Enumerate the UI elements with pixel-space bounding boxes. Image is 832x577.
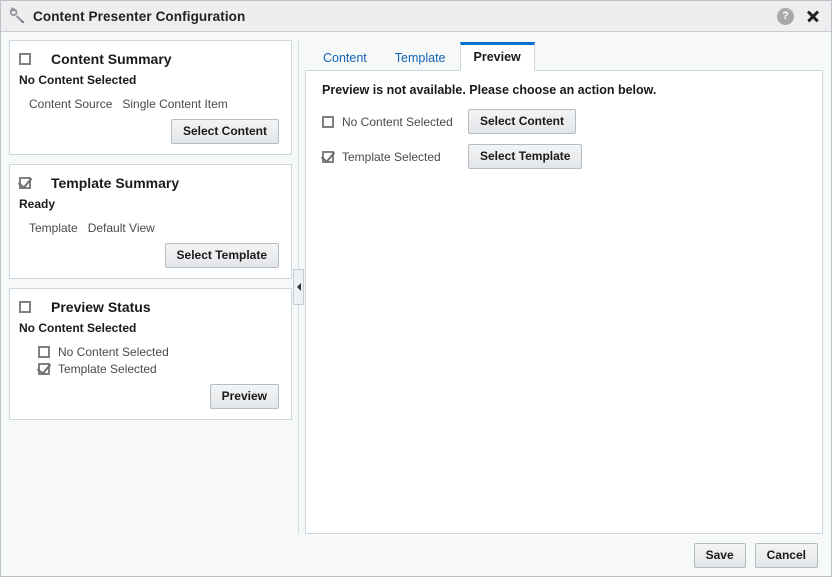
summary-panel: Content Summary No Content Selected Cont… (9, 40, 292, 534)
dialog-body: Content Summary No Content Selected Cont… (1, 32, 831, 534)
card-actions: Select Template (19, 243, 279, 268)
preview-status-list: No Content Selected Template Selected (38, 345, 279, 376)
action-row-select-content: No Content Selected Select Content (320, 109, 808, 134)
template-row: Template Default View (19, 221, 279, 235)
select-template-button[interactable]: Select Template (468, 144, 582, 169)
no-content-selected-checkbox[interactable] (38, 346, 50, 358)
content-summary-checkbox[interactable] (19, 53, 31, 65)
preview-status-text: No Content Selected (19, 321, 279, 335)
list-item-label: No Content Selected (58, 345, 169, 359)
preview-message: Preview is not available. Please choose … (322, 83, 808, 97)
preview-button[interactable]: Preview (210, 384, 279, 409)
action-row-select-template: Template Selected Select Template (320, 144, 808, 169)
card-title: Content Summary (51, 51, 172, 67)
card-title: Preview Status (51, 299, 151, 315)
card-preview-status: Preview Status No Content Selected No Co… (9, 288, 292, 420)
action-label: Template Selected (342, 150, 458, 164)
save-button[interactable]: Save (694, 543, 746, 568)
page-title: Content Presenter Configuration (33, 9, 777, 24)
panel-splitter[interactable] (292, 40, 305, 534)
configuration-gear-icon (8, 7, 26, 25)
list-item: No Content Selected (38, 345, 279, 359)
card-actions: Preview (19, 384, 279, 409)
tab-content[interactable]: Content (309, 43, 381, 71)
template-selected-checkbox[interactable] (322, 151, 334, 163)
content-source-value: Single Content Item (122, 97, 227, 111)
title-bar-actions: ? (777, 8, 823, 25)
content-summary-status: No Content Selected (19, 73, 279, 87)
card-title: Template Summary (51, 175, 179, 191)
card-header: Content Summary (19, 51, 279, 67)
detail-panel: Content Template Preview Preview is not … (305, 40, 823, 534)
list-item: Template Selected (38, 362, 279, 376)
template-value: Default View (88, 221, 155, 235)
select-content-button[interactable]: Select Content (468, 109, 576, 134)
list-item-label: Template Selected (58, 362, 157, 376)
help-icon[interactable]: ? (777, 8, 794, 25)
select-content-button[interactable]: Select Content (171, 119, 279, 144)
tab-preview[interactable]: Preview (460, 42, 535, 71)
card-actions: Select Content (19, 119, 279, 144)
template-selected-checkbox[interactable] (38, 363, 50, 375)
close-icon[interactable] (805, 8, 820, 25)
content-source-label: Content Source (29, 97, 112, 111)
dialog-window: Content Presenter Configuration ? Conten… (0, 0, 832, 577)
preview-status-checkbox[interactable] (19, 301, 31, 313)
dialog-footer: Save Cancel (1, 534, 831, 576)
card-header: Preview Status (19, 299, 279, 315)
collapse-left-triangle-icon[interactable] (293, 269, 304, 305)
select-template-button[interactable]: Select Template (165, 243, 279, 268)
action-label: No Content Selected (342, 115, 458, 129)
preview-tab-panel: Preview is not available. Please choose … (305, 70, 823, 534)
cancel-button[interactable]: Cancel (755, 543, 818, 568)
template-label: Template (29, 221, 78, 235)
tab-bar: Content Template Preview (305, 40, 823, 70)
card-content-summary: Content Summary No Content Selected Cont… (9, 40, 292, 155)
tab-template[interactable]: Template (381, 43, 460, 71)
content-source-row: Content Source Single Content Item (19, 97, 279, 111)
template-summary-checkbox[interactable] (19, 177, 31, 189)
no-content-selected-checkbox[interactable] (322, 116, 334, 128)
template-summary-status: Ready (19, 197, 279, 211)
card-template-summary: Template Summary Ready Template Default … (9, 164, 292, 279)
title-bar: Content Presenter Configuration ? (1, 1, 831, 32)
card-header: Template Summary (19, 175, 279, 191)
